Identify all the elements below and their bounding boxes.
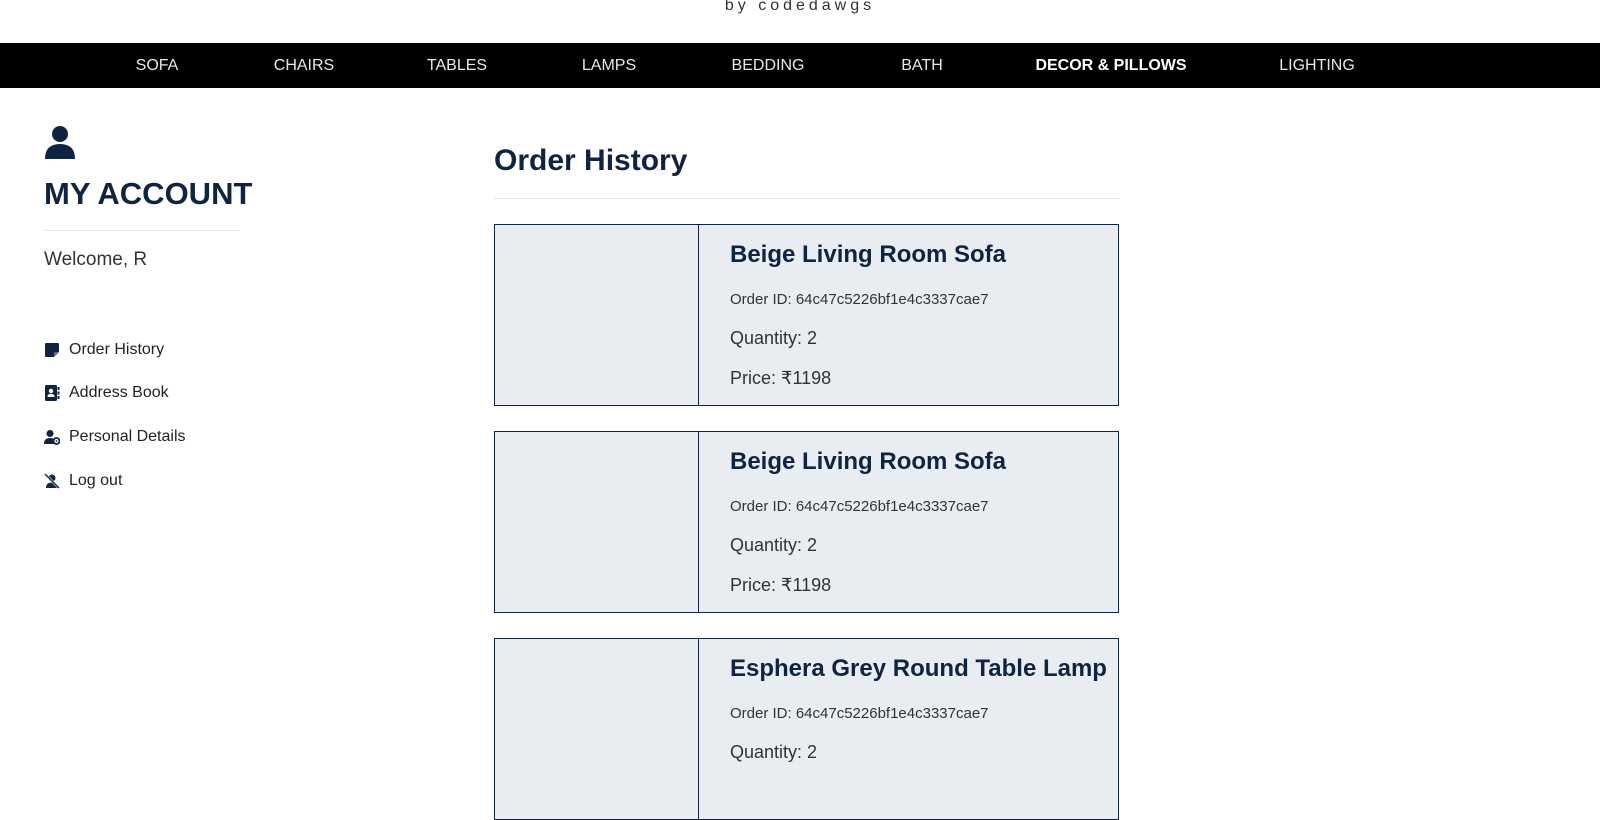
sidebar-item-label: Address Book: [69, 384, 169, 401]
sidebar-item-label: Personal Details: [69, 428, 186, 445]
account-divider: [44, 230, 240, 231]
brand-header: by codedawgs: [0, 0, 1600, 43]
product-name: Esphera Grey Round Table Lamp: [730, 655, 1107, 682]
product-name: Beige Living Room Sofa: [730, 448, 1007, 475]
brand-tagline: by codedawgs: [724, 0, 876, 14]
nav-item-sofa[interactable]: SOFA: [136, 43, 179, 88]
order-card[interactable]: Beige Living Room Sofa Order ID: 64c47c5…: [494, 224, 1119, 406]
sidebar-item-order-history[interactable]: Order History: [44, 337, 164, 363]
order-card[interactable]: Beige Living Room Sofa Order ID: 64c47c5…: [494, 431, 1119, 613]
user-slash-icon: [44, 473, 60, 489]
order-quantity: Quantity: 2: [730, 328, 818, 348]
sidebar-item-address-book[interactable]: Address Book: [44, 380, 169, 406]
order-id: Order ID: 64c47c5226bf1e4c3337cae7: [730, 498, 989, 515]
sidebar-item-log-out[interactable]: Log out: [44, 468, 122, 494]
nav-item-lighting[interactable]: LIGHTING: [1279, 43, 1355, 88]
sidebar-item-personal-details[interactable]: Personal Details: [44, 424, 186, 450]
sidebar-item-label: Order History: [69, 341, 165, 358]
nav-item-decor-pillows[interactable]: DECOR & PILLOWS: [1035, 43, 1186, 88]
nav-item-bath[interactable]: BATH: [901, 43, 942, 88]
page-title: Order History: [494, 144, 688, 177]
product-image: [495, 225, 699, 405]
order-quantity: Quantity: 2: [730, 742, 818, 762]
account-title: MY ACCOUNT: [44, 176, 253, 211]
order-quantity: Quantity: 2: [730, 535, 818, 555]
order-id: Order ID: 64c47c5226bf1e4c3337cae7: [730, 705, 989, 722]
order-price: Price: ₹1198: [730, 368, 832, 388]
welcome-message: Welcome, R: [44, 249, 148, 270]
user-gear-icon: [44, 430, 60, 445]
order-price: Price: ₹1198: [730, 575, 832, 595]
title-divider: [494, 198, 1119, 199]
product-name: Beige Living Room Sofa: [730, 241, 1007, 268]
user-icon: [45, 126, 75, 159]
nav-item-tables[interactable]: TABLES: [427, 43, 487, 88]
product-image: [495, 432, 699, 612]
note-icon: [45, 343, 59, 357]
nav-item-lamps[interactable]: LAMPS: [582, 43, 636, 88]
product-image: [495, 639, 699, 819]
order-card[interactable]: Esphera Grey Round Table Lamp Order ID: …: [494, 638, 1119, 820]
sidebar-item-label: Log out: [69, 472, 123, 489]
nav-item-chairs[interactable]: CHAIRS: [274, 43, 334, 88]
nav-item-bedding[interactable]: BEDDING: [732, 43, 805, 88]
category-navbar: SOFA CHAIRS TABLES LAMPS BEDDING BATH DE…: [0, 43, 1600, 88]
address-book-icon: [45, 385, 60, 401]
order-id: Order ID: 64c47c5226bf1e4c3337cae7: [730, 291, 989, 308]
